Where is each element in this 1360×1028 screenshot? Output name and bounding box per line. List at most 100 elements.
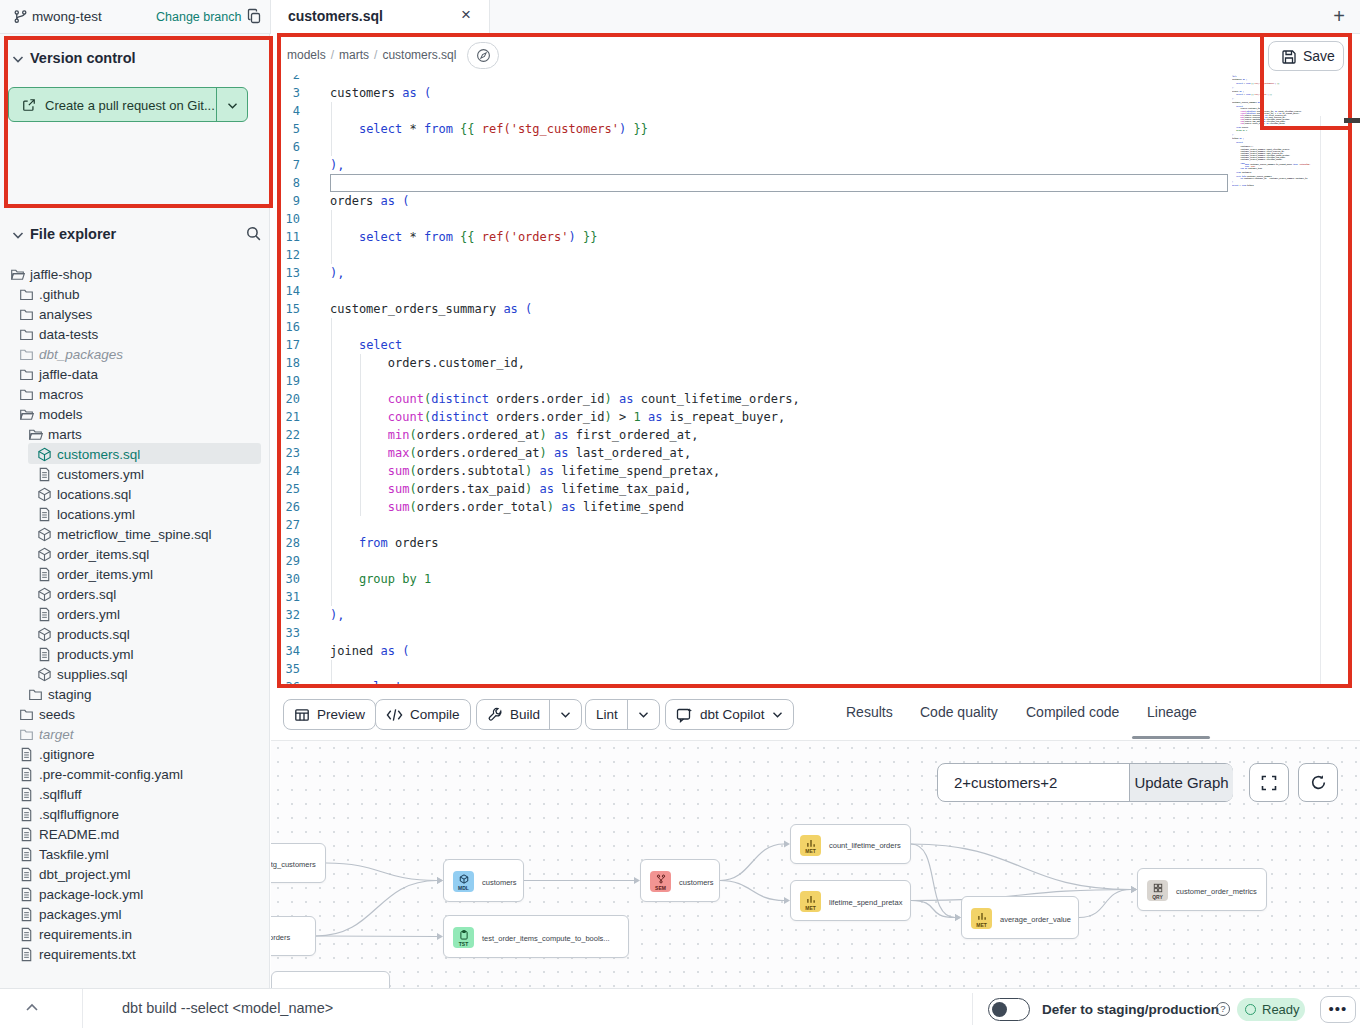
file-icon xyxy=(37,647,52,662)
file-tree-item-products-yml[interactable]: products.yml xyxy=(0,644,270,664)
copy-icon[interactable] xyxy=(246,8,262,24)
folder-icon xyxy=(19,367,34,382)
file-icon xyxy=(19,867,34,882)
file-tree-item-packages-yml[interactable]: packages.yml xyxy=(0,904,270,924)
file-tree-item-order-items-sql[interactable]: order_items.sql xyxy=(0,544,270,564)
search-icon[interactable] xyxy=(245,225,262,242)
tab-title: customers.sql xyxy=(288,8,383,24)
lint-button[interactable]: Lint xyxy=(585,699,660,730)
file-tree-item--pre-commit-config-yaml[interactable]: .pre-commit-config.yaml xyxy=(0,764,270,784)
refresh-button[interactable] xyxy=(1298,763,1338,802)
model-icon xyxy=(37,547,52,562)
file-tree-item-target[interactable]: target xyxy=(0,724,270,744)
file-name: target xyxy=(39,727,74,742)
file-tree-item-seeds[interactable]: seeds xyxy=(0,704,270,724)
file-tree-item-orders-sql[interactable]: orders.sql xyxy=(0,584,270,604)
file-tree-item-products-sql[interactable]: products.sql xyxy=(0,624,270,644)
wrench-icon xyxy=(487,707,503,723)
fullscreen-button[interactable] xyxy=(1249,763,1289,802)
file-tree-item-dbt-packages[interactable]: dbt_packages xyxy=(0,344,270,364)
tab-close-icon[interactable]: × xyxy=(461,5,471,25)
defer-toggle[interactable] xyxy=(988,998,1030,1021)
file-tree-item-analyses[interactable]: analyses xyxy=(0,304,270,324)
file-tree-item-locations-sql[interactable]: locations.sql xyxy=(0,484,270,504)
lineage-node-average-order-value[interactable]: METaverage_order_value xyxy=(961,896,1079,939)
folder-open-icon xyxy=(28,427,43,442)
file-tree-item-customers-yml[interactable]: customers.yml xyxy=(0,464,270,484)
build-button[interactable]: Build xyxy=(476,699,582,730)
file-tree-item-staging[interactable]: staging xyxy=(0,684,270,704)
file-tree-item--github[interactable]: .github xyxy=(0,284,270,304)
file-tree-item-orders-yml[interactable]: orders.yml xyxy=(0,604,270,624)
branch-name: mwong-test xyxy=(32,9,102,24)
divider xyxy=(82,989,83,1028)
update-graph-button[interactable]: Update Graph xyxy=(1129,764,1233,801)
file-tree-item-taskfile-yml[interactable]: Taskfile.yml xyxy=(0,844,270,864)
file-tree-item-requirements-in[interactable]: requirements.in xyxy=(0,924,270,944)
chevron-down-icon[interactable] xyxy=(12,231,24,240)
lineage-node-test-order-items-compute-to-bools-[interactable]: TSTtest_order_items_compute_to_bools... xyxy=(443,915,629,958)
qry-chip-icon: QRY xyxy=(1147,880,1168,901)
file-tree-item--sqlfluffignore[interactable]: .sqlfluffignore xyxy=(0,804,270,824)
file-name: orders.yml xyxy=(57,607,120,622)
lineage-node-customer-order-metrics[interactable]: QRYcustomer_order_metrics xyxy=(1137,868,1267,911)
file-tree-item-macros[interactable]: macros xyxy=(0,384,270,404)
file-tree-item--gitignore[interactable]: .gitignore xyxy=(0,744,270,764)
met-chip-icon: MET xyxy=(800,835,821,856)
file-tree-item-requirements-txt[interactable]: requirements.txt xyxy=(0,944,270,964)
lineage-node-customers[interactable]: MDLcustomers xyxy=(443,859,524,902)
new-tab-button[interactable]: + xyxy=(1326,4,1352,30)
lineage-panel[interactable]: stg_customersorders MDLcustomers TSTtest_o… xyxy=(271,741,1360,988)
preview-button[interactable]: Preview xyxy=(283,699,376,730)
file-tree-item-models[interactable]: models xyxy=(0,404,270,424)
lineage-node-customers[interactable]: SEMcustomers xyxy=(640,859,720,902)
help-icon[interactable]: ? xyxy=(1216,1002,1230,1016)
branch-area: mwong-test Change branch xyxy=(0,0,270,34)
tab-results[interactable]: Results xyxy=(846,704,893,720)
file-tree-item-readme-md[interactable]: README.md xyxy=(0,824,270,844)
file-tree-item-order-items-yml[interactable]: order_items.yml xyxy=(0,564,270,584)
file-name: .sqlfluff xyxy=(39,787,82,802)
dbt-copilot-button[interactable]: dbt Copilot xyxy=(665,699,794,730)
node-label: average_order_value xyxy=(1000,915,1071,924)
lineage-node-stg-customers[interactable]: stg_customers xyxy=(271,843,326,883)
file-tree-item-package-lock-yml[interactable]: package-lock.yml xyxy=(0,884,270,904)
file-tree-item-metricflow-time-spine-sql[interactable]: metricflow_time_spine.sql xyxy=(0,524,270,544)
file-icon xyxy=(37,607,52,622)
lineage-node-lifetime-spend-pretax[interactable]: METlifetime_spend_pretax xyxy=(790,880,911,921)
tab-compiled-code[interactable]: Compiled code xyxy=(1026,704,1119,720)
tab-code-quality[interactable]: Code quality xyxy=(920,704,998,720)
file-tree-item-data-tests[interactable]: data-tests xyxy=(0,324,270,344)
file-icon xyxy=(19,907,34,922)
file-tree-item-dbt-project-yml[interactable]: dbt_project.yml xyxy=(0,864,270,884)
file-explorer-title[interactable]: File explorer xyxy=(30,226,116,242)
split-dropdown[interactable] xyxy=(627,700,649,729)
file-name: products.yml xyxy=(57,647,134,662)
lineage-node-partial[interactable] xyxy=(271,971,390,988)
tab-customers-sql[interactable]: customers.sql × xyxy=(270,0,490,34)
cli-command[interactable]: dbt build --select <model_name> xyxy=(122,1000,333,1016)
status-bar: dbt build --select <model_name> Defer to… xyxy=(0,988,1360,1028)
file-tree-item-customers-sql[interactable]: customers.sql xyxy=(0,444,270,464)
compile-button[interactable]: Compile xyxy=(375,699,471,730)
more-options-button[interactable]: ••• xyxy=(1320,996,1356,1023)
file-tree-item--sqlfluff[interactable]: .sqlfluff xyxy=(0,784,270,804)
file-tree-item-jaffle-data[interactable]: jaffle-data xyxy=(0,364,270,384)
change-branch-link[interactable]: Change branch xyxy=(156,10,241,24)
button-label: Preview xyxy=(317,707,365,722)
file-name: marts xyxy=(48,427,82,442)
annotation-box-1 xyxy=(277,33,1352,688)
split-dropdown[interactable] xyxy=(549,700,571,729)
file-tree-item-marts[interactable]: marts xyxy=(0,424,270,444)
file-tree-item-supplies-sql[interactable]: supplies.sql xyxy=(0,664,270,684)
tab-lineage[interactable]: Lineage xyxy=(1147,704,1197,720)
file-tree-item-locations-yml[interactable]: locations.yml xyxy=(0,504,270,524)
file-icon xyxy=(19,887,34,902)
file-name: supplies.sql xyxy=(57,667,128,682)
file-name: .github xyxy=(39,287,80,302)
lineage-node-orders[interactable]: orders xyxy=(271,916,316,956)
chevron-up-icon[interactable] xyxy=(25,1002,39,1012)
lineage-node-count-lifetime-orders[interactable]: METcount_lifetime_orders xyxy=(790,824,911,864)
file-tree-item-jaffle-shop[interactable]: jaffle-shop xyxy=(0,264,270,284)
lineage-filter-input[interactable]: 2+customers+2 xyxy=(938,764,1129,801)
